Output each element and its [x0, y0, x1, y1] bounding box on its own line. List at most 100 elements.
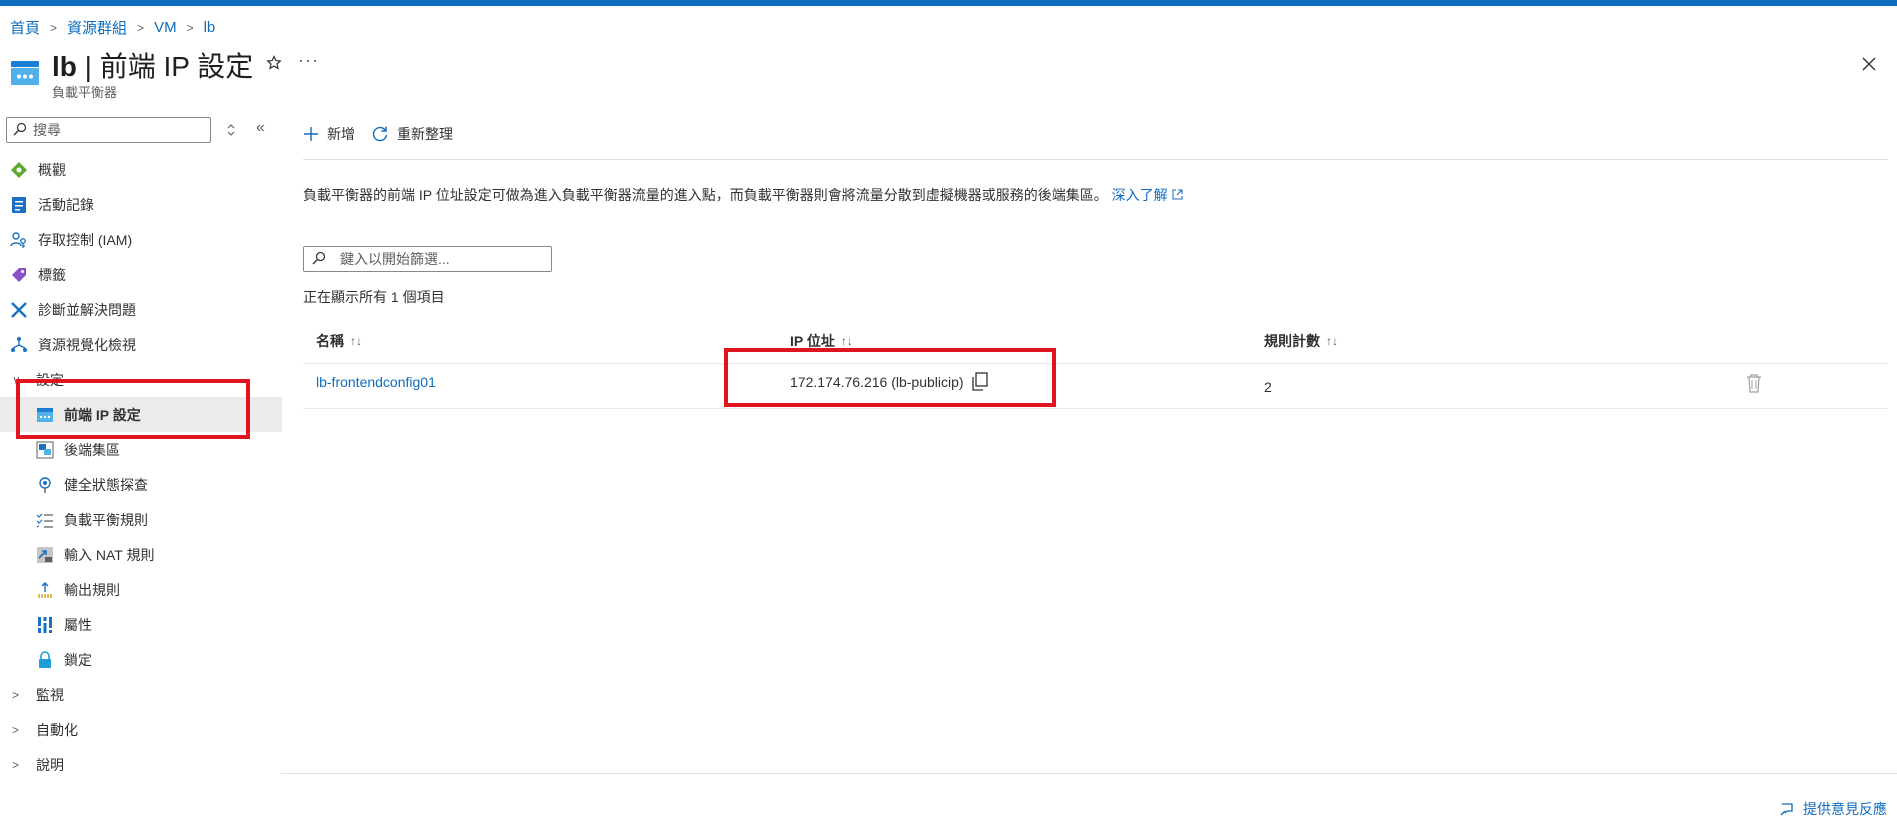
inbound-nat-icon — [36, 546, 54, 564]
more-options-button[interactable]: ··· — [298, 50, 319, 71]
feedback-button[interactable]: 提供意見反應 — [1779, 799, 1887, 819]
feedback-label: 提供意見反應 — [1803, 801, 1887, 817]
activity-log-icon — [10, 196, 28, 214]
sidebar-item-diagnose[interactable]: 診斷並解決問題 — [0, 292, 282, 327]
sidebar-group-label: 說明 — [36, 756, 64, 773]
sidebar-group-label: 自動化 — [36, 721, 78, 738]
sidebar-item-inbound-nat[interactable]: 輸入 NAT 規則 — [0, 537, 282, 572]
learn-more-link[interactable]: 深入了解 — [1112, 187, 1183, 203]
command-bar: 新增 重新整理 — [303, 124, 469, 144]
breadcrumb-lb[interactable]: lb — [204, 19, 216, 36]
page-title-section: | 前端 IP 設定 — [76, 51, 254, 82]
page-title: lb | 前端 IP 設定 — [52, 45, 253, 85]
filter-input[interactable] — [340, 251, 540, 267]
highlight-box-frontend-ip — [16, 379, 250, 439]
sort-icon: ↑↓ — [840, 334, 853, 348]
table-header-divider — [303, 363, 1888, 364]
sidebar-item-locks[interactable]: 鎖定 — [0, 642, 282, 677]
collapse-sidebar-icon[interactable]: « — [256, 119, 265, 137]
breadcrumb: 首頁 > 資源群組 > VM > lb — [10, 17, 215, 38]
sidebar-item-label: 存取控制 (IAM) — [38, 231, 133, 248]
breadcrumb-home[interactable]: 首頁 — [10, 17, 40, 38]
backend-pool-icon — [36, 441, 54, 459]
highlight-box-ip-address — [724, 348, 1056, 407]
sidebar-item-label: 輸出規則 — [64, 581, 120, 598]
column-header-name[interactable]: 名稱 ↑↓ — [316, 331, 362, 351]
load-balancer-icon — [10, 60, 40, 86]
sidebar-item-label: 概觀 — [38, 161, 66, 178]
sidebar-item-health-probe[interactable]: 健全狀態探查 — [0, 467, 282, 502]
sidebar-item-lb-rules[interactable]: 負載平衡規則 — [0, 502, 282, 537]
sidebar-item-label: 資源視覺化檢視 — [38, 336, 136, 353]
footer-divider — [281, 773, 1897, 774]
sidebar-item-label: 健全狀態探查 — [64, 476, 148, 493]
tag-icon — [10, 266, 28, 284]
frontend-config-name-link[interactable]: lb-frontendconfig01 — [316, 374, 436, 390]
top-accent-bar — [0, 0, 1897, 6]
sidebar-search-box[interactable] — [6, 117, 211, 143]
outbound-rules-icon — [36, 581, 54, 599]
page-subtitle: 負載平衡器 — [52, 85, 118, 100]
sidebar-item-outbound-rules[interactable]: 輸出規則 — [0, 572, 282, 607]
chevron-right-icon: > — [12, 757, 20, 772]
chevron-right-icon: > — [12, 687, 20, 702]
sidebar-item-overview[interactable]: 概觀 — [0, 152, 282, 187]
description-text: 負載平衡器的前端 IP 位址設定可做為進入負載平衡器流量的進入點，而負載平衡器則… — [303, 187, 1112, 203]
sidebar-group-monitoring[interactable]: > 監視 — [0, 677, 282, 712]
sidebar-item-visualizer[interactable]: 資源視覺化檢視 — [0, 327, 282, 362]
search-icon — [312, 251, 326, 268]
table-row-divider — [303, 408, 1888, 409]
feedback-icon — [1779, 801, 1795, 817]
sidebar-item-label: 標籤 — [38, 266, 66, 283]
sidebar-group-help[interactable]: > 說明 — [0, 747, 282, 782]
sidebar-group-automation[interactable]: > 自動化 — [0, 712, 282, 747]
rule-count-value: 2 — [1264, 379, 1272, 395]
column-header-label: 規則計數 — [1264, 333, 1320, 349]
add-button-label: 新增 — [327, 126, 355, 142]
properties-icon — [36, 616, 54, 634]
page-description: 負載平衡器的前端 IP 位址設定可做為進入負載平衡器流量的進入點，而負載平衡器則… — [303, 185, 1183, 206]
sidebar-item-tags[interactable]: 標籤 — [0, 257, 282, 292]
filter-box[interactable] — [303, 246, 552, 272]
sidebar-item-label: 屬性 — [64, 616, 92, 633]
sort-updown-icon[interactable] — [224, 121, 238, 139]
column-header-rule-count[interactable]: 規則計數 ↑↓ — [1264, 331, 1338, 351]
wrench-icon — [10, 301, 28, 319]
refresh-icon — [371, 125, 389, 143]
favorite-star-icon[interactable] — [263, 52, 285, 74]
search-icon — [13, 122, 27, 139]
sort-icon: ↑↓ — [1326, 334, 1338, 348]
refresh-button[interactable]: 重新整理 — [371, 124, 453, 144]
sidebar-item-properties[interactable]: 屬性 — [0, 607, 282, 642]
sidebar-item-label: 後端集區 — [64, 441, 120, 458]
sidebar-group-label: 監視 — [36, 686, 64, 703]
iam-icon — [10, 231, 28, 249]
page-title-resource: lb — [52, 51, 77, 82]
breadcrumb-vm[interactable]: VM — [154, 19, 177, 36]
lb-rules-icon — [36, 511, 54, 529]
sidebar-item-iam[interactable]: 存取控制 (IAM) — [0, 222, 282, 257]
close-icon[interactable] — [1857, 52, 1881, 76]
add-button[interactable]: 新增 — [303, 124, 355, 144]
sidebar-item-label: 鎖定 — [64, 651, 92, 668]
breadcrumb-resource-groups[interactable]: 資源群組 — [67, 17, 127, 38]
column-header-label: 名稱 — [316, 333, 344, 349]
sidebar-item-label: 診斷並解決問題 — [38, 301, 136, 318]
sidebar-item-label: 負載平衡規則 — [64, 511, 148, 528]
health-probe-icon — [36, 476, 54, 494]
plus-icon — [303, 126, 319, 142]
sidebar-item-label: 活動記錄 — [38, 196, 94, 213]
chevron-right-icon: > — [137, 20, 145, 35]
sort-icon: ↑↓ — [350, 334, 362, 348]
external-link-icon — [1172, 189, 1183, 200]
sidebar-item-activity-log[interactable]: 活動記錄 — [0, 187, 282, 222]
delete-trash-icon[interactable] — [1746, 373, 1762, 393]
chevron-right-icon: > — [50, 20, 58, 35]
chevron-right-icon: > — [12, 722, 20, 737]
sidebar-search-input[interactable] — [33, 122, 203, 138]
toolbar-divider — [303, 159, 1888, 160]
overview-icon — [10, 161, 28, 179]
item-count-text: 正在顯示所有 1 個項目 — [303, 289, 445, 305]
sidebar-item-label: 輸入 NAT 規則 — [64, 546, 155, 563]
chevron-right-icon: > — [186, 20, 194, 35]
